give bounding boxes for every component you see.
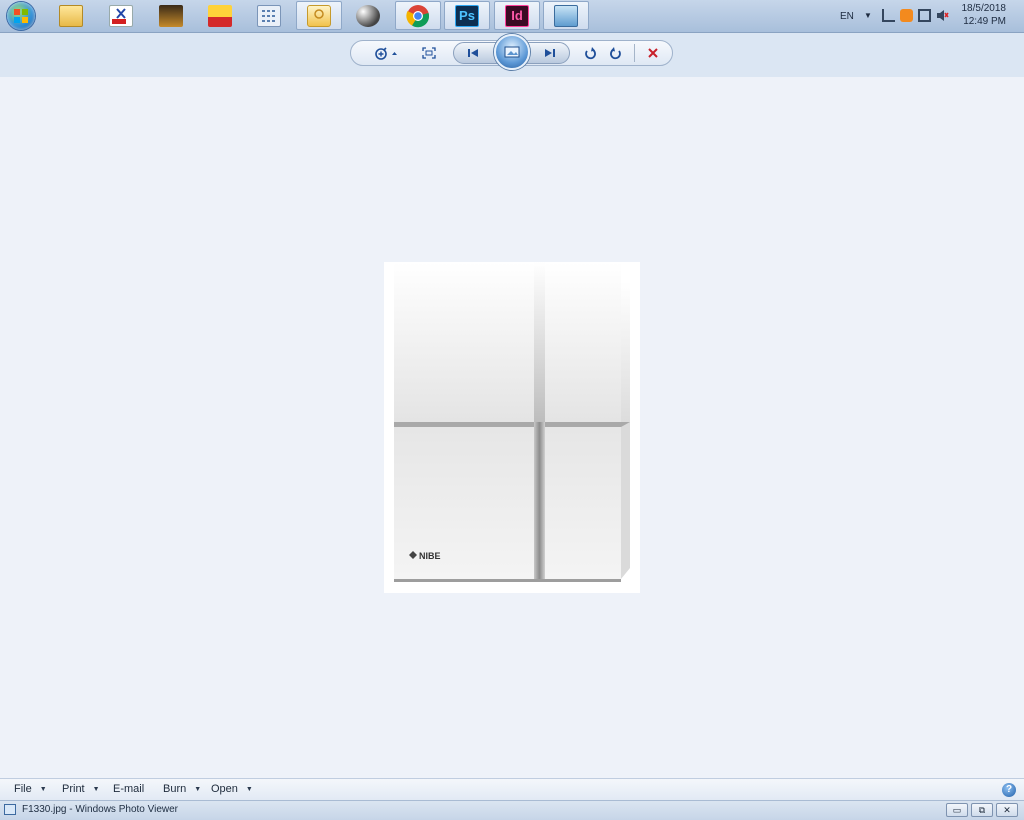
viewer-toolbar [0, 33, 1024, 77]
taskbar-photo-viewer[interactable] [296, 1, 342, 30]
email-button[interactable]: E-mail [113, 783, 144, 795]
power-icon[interactable] [918, 9, 931, 22]
taskbar-media-app[interactable] [148, 1, 194, 30]
rotate-counterclockwise-icon [585, 47, 596, 60]
calendar-icon [208, 4, 232, 27]
delete-button[interactable] [642, 43, 664, 63]
file-menu-arrow-icon: ▼ [39, 785, 47, 793]
open-menu[interactable]: Open ▼ [211, 783, 253, 795]
taskbar-photoshop[interactable]: Ps [444, 1, 490, 30]
menu-bar: File ▼ Print ▼ E-mail Burn ▼ Open ▼ ? [0, 778, 1024, 801]
displayed-photo: NIBE [384, 262, 640, 593]
file-menu[interactable]: File ▼ [14, 783, 47, 795]
clock-time[interactable]: 12:49 PM [963, 16, 1006, 27]
zoom-icon [375, 47, 397, 60]
rotate-clockwise-button[interactable] [605, 43, 627, 63]
taskbar: Ps Id EN ▼ 18/5/2018 12:49 PM [0, 0, 1024, 33]
taskbar-indesign[interactable]: Id [494, 1, 540, 30]
burn-menu-label: Burn [163, 783, 187, 795]
minimize-button[interactable]: ▭ [946, 803, 968, 817]
file-menu-label: File [14, 783, 32, 795]
previous-button[interactable] [462, 43, 484, 63]
picture-icon [554, 4, 578, 27]
photoshop-icon: Ps [455, 4, 479, 27]
fit-to-window-button[interactable] [418, 43, 440, 63]
open-menu-label: Open [211, 783, 238, 795]
system-tray: EN ▼ 18/5/2018 12:49 PM [834, 0, 1024, 32]
previous-icon [468, 49, 478, 57]
rotate-counterclockwise-button[interactable] [579, 43, 601, 63]
chrome-icon [406, 4, 430, 27]
burn-menu[interactable]: Burn ▼ [163, 783, 201, 795]
show-hidden-icons-icon[interactable]: ▼ [864, 9, 877, 22]
window-app-icon [4, 804, 16, 815]
network-icon[interactable] [882, 9, 895, 22]
taskbar-calendar-app[interactable] [197, 1, 243, 30]
app-tray-icon[interactable] [900, 9, 913, 22]
taskbar-calculator-app[interactable] [246, 1, 292, 30]
restore-button[interactable]: ⧉ [971, 803, 993, 817]
photo-viewer-icon [307, 4, 331, 27]
open-menu-arrow-icon: ▼ [245, 785, 253, 793]
window-title: F1330.jpg - Windows Photo Viewer [22, 804, 179, 815]
folder-icon [59, 4, 83, 27]
taskbar-image-app[interactable] [543, 1, 589, 30]
pdf-icon [109, 4, 133, 27]
print-menu-arrow-icon: ▼ [92, 785, 100, 793]
volume-muted-icon[interactable] [936, 9, 949, 22]
title-bar: F1330.jpg - Windows Photo Viewer ▭ ⧉ ✕ [0, 800, 1024, 820]
paint-icon [356, 4, 380, 27]
zoom-button[interactable] [372, 43, 400, 63]
burn-menu-arrow-icon: ▼ [194, 785, 202, 793]
clock-date[interactable]: 18/5/2018 [962, 3, 1007, 14]
next-icon [545, 49, 555, 57]
brand-logo: NIBE [419, 551, 441, 561]
media-icon [159, 4, 183, 27]
print-menu[interactable]: Print ▼ [62, 783, 100, 795]
taskbar-chrome[interactable] [395, 1, 441, 30]
slideshow-icon [504, 46, 520, 58]
language-indicator[interactable]: EN [840, 11, 854, 22]
toolbar-separator [634, 44, 635, 62]
taskbar-windows-explorer[interactable] [48, 1, 94, 30]
rotate-clockwise-icon [610, 47, 621, 60]
calculator-icon [257, 4, 281, 27]
next-button[interactable] [539, 43, 561, 63]
taskbar-pdf-tool[interactable] [98, 1, 144, 30]
start-button[interactable] [7, 2, 35, 30]
delete-icon [648, 48, 658, 58]
email-label: E-mail [113, 783, 145, 795]
help-icon[interactable]: ? [1002, 783, 1016, 797]
slideshow-button[interactable] [494, 34, 530, 70]
indesign-icon: Id [505, 4, 529, 27]
print-menu-label: Print [62, 783, 85, 795]
fit-to-window-icon [422, 47, 436, 59]
taskbar-paint-app[interactable] [345, 1, 391, 30]
windows-logo-icon [14, 9, 28, 23]
close-button[interactable]: ✕ [996, 803, 1018, 817]
heat-pump-image: NIBE [394, 262, 630, 582]
